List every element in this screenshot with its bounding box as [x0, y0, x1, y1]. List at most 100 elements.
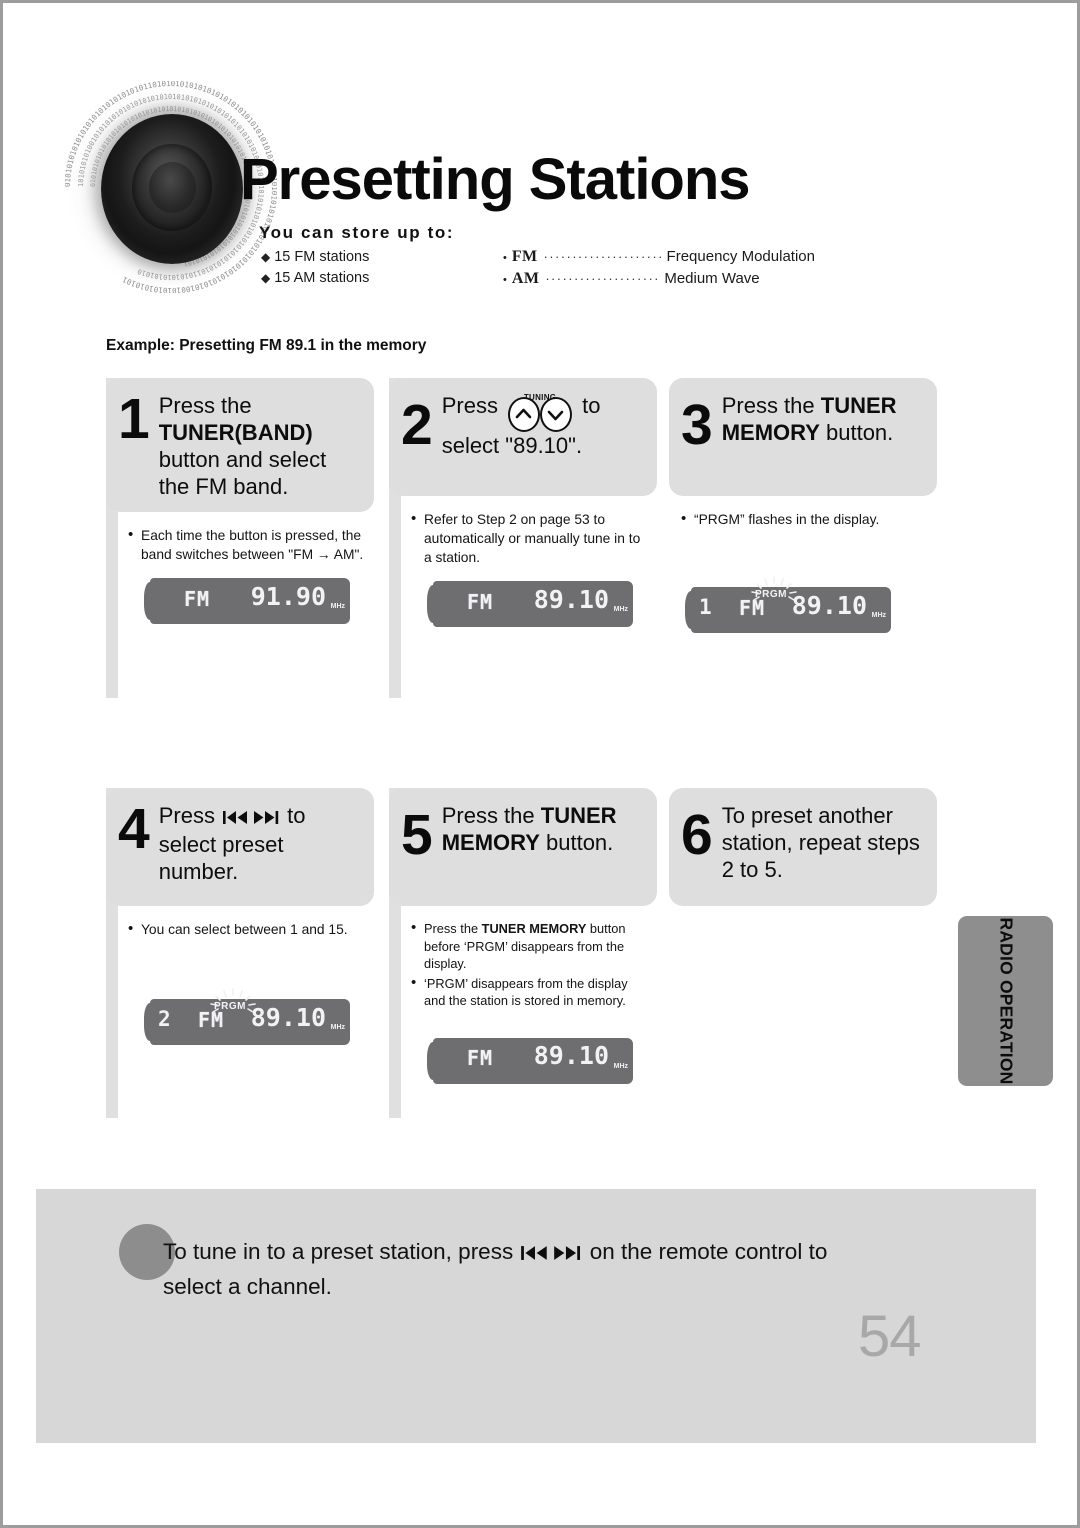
lcd-unit: MHz	[613, 1063, 628, 1070]
band-abbr: AM	[511, 269, 540, 287]
step-text-pre: Press	[441, 393, 505, 418]
lcd-display-5: FM 89.10 MHz	[427, 1037, 633, 1084]
diamond-icon: ◆	[261, 270, 271, 285]
section-tab-label: RADIO OPERATION	[996, 917, 1016, 1085]
lcd-frequency: 91.90	[250, 582, 326, 611]
step-header-3: 3 Press the TUNER MEMORY button.	[669, 378, 937, 496]
step-text-post: button and select the FM band.	[158, 447, 327, 499]
note: Refer to Step 2 on page 53 to automatica…	[411, 509, 647, 567]
section-tab-radio-operation: RADIO OPERATION	[958, 916, 1053, 1086]
step-column-4: 4 Press to select preset number. You can…	[106, 788, 374, 1118]
note-text: You can select between 1 and 15.	[141, 922, 348, 937]
skip-back-icon[interactable]	[223, 804, 249, 831]
step-column-3: 3 Press the TUNER MEMORY button. “PRGM” …	[669, 378, 937, 633]
step-text-post: button.	[539, 830, 614, 855]
diamond-icon: ◆	[261, 250, 271, 264]
page-number: 54	[858, 1304, 922, 1369]
tuning-up-button[interactable]	[508, 396, 541, 432]
list-item: • AM ···································…	[503, 269, 815, 291]
lcd-frequency: 89.10	[533, 1040, 609, 1070]
step-header-1: 1 Press the TUNER(BAND) button and selec…	[106, 378, 374, 512]
lcd-unit: MHz	[330, 603, 345, 610]
lcd-unit: MHz	[330, 1024, 345, 1031]
page-header: 0101010101010101010101010101011010101010…	[3, 3, 1077, 354]
tip-text-pre: To tune in to a preset station, press	[163, 1239, 520, 1264]
tuning-buttons: TUNING	[508, 393, 573, 432]
bullet-icon: •	[503, 273, 507, 286]
lcd-preset-number: 2	[158, 1007, 171, 1031]
band-abbr: FM	[511, 248, 538, 265]
note-text-bold: TUNER MEMORY	[481, 921, 587, 936]
lcd-unit: MHz	[871, 612, 886, 619]
tuning-down-button[interactable]	[540, 396, 573, 432]
step-notes-1: Each time the button is pressed, the ban…	[106, 512, 374, 624]
band-legend: • FM ···································…	[503, 247, 815, 290]
bullet-icon: •	[503, 252, 507, 264]
note: Each time the button is pressed, the ban…	[128, 525, 364, 564]
page-title: Presetting Stations	[240, 147, 751, 212]
step-text-bold: TUNER(BAND)	[158, 420, 313, 445]
skip-forward-icon[interactable]	[253, 804, 279, 831]
step-instruction: Press the TUNER MEMORY button.	[722, 390, 923, 446]
lcd-display-3: PRGM 1 FM 89.10 MHz	[685, 576, 891, 633]
list-item: ◆ 15 AM stations	[261, 268, 369, 289]
lcd-display-2: FM 89.10 MHz	[427, 581, 633, 627]
note: “PRGM” flashes in the display.	[681, 509, 927, 529]
step-instruction: Press the TUNER(BAND) button and select …	[159, 390, 360, 500]
step-notes-5: Press the TUNER MEMORY button before ‘PR…	[389, 906, 657, 1084]
list-item: ◆ 15 FM stations	[261, 247, 369, 268]
step-text-post: button.	[819, 420, 894, 445]
lcd-unit: MHz	[613, 606, 628, 613]
lcd-display-1: FM 91.90 MHz	[144, 578, 350, 624]
step-header-5: 5 Press the TUNER MEMORY button.	[389, 788, 657, 906]
step-text-pre: Press the	[158, 393, 252, 418]
step-number: 5	[401, 803, 433, 867]
lcd-band: FM	[739, 596, 766, 620]
step-header-6: 6 To preset another station, repeat step…	[669, 788, 937, 906]
store-item-label: 15 FM stations	[274, 249, 370, 265]
step-notes-3: “PRGM” flashes in the display.	[669, 496, 937, 633]
step-number: 6	[681, 803, 713, 867]
skip-forward-icon[interactable]	[553, 1237, 581, 1270]
lcd-frequency: 89.10	[533, 585, 609, 614]
step-instruction: Press to select preset number.	[159, 800, 360, 885]
note-text: ‘PRGM’ disappears from the display and t…	[424, 975, 628, 1009]
step-number: 4	[118, 797, 150, 861]
step-number: 1	[118, 387, 150, 451]
step-text-pre: Press the	[721, 393, 821, 418]
lcd-preset-number: 1	[699, 595, 712, 619]
step-instruction: To preset another station, repeat steps …	[721, 803, 920, 882]
step-notes-2: Refer to Step 2 on page 53 to automatica…	[389, 496, 657, 627]
manual-page: 0101010101010101010101010101011010101010…	[0, 0, 1080, 1528]
note-text: Each time the button is pressed, the ban…	[141, 528, 364, 562]
step-column-6: 6 To preset another station, repeat step…	[669, 788, 937, 906]
lcd-band: FM	[467, 1045, 494, 1070]
example-caption: Example: Presetting FM 89.1 in the memor…	[106, 337, 427, 354]
step-number: 2	[401, 393, 433, 457]
step-instruction: Press TUNING to select "89.10".	[442, 390, 643, 459]
store-capacity-label: You can store up to:	[259, 223, 455, 242]
lcd-frequency: 89.10	[250, 1003, 326, 1032]
step-column-5: 5 Press the TUNER MEMORY button. Press t…	[389, 788, 657, 1118]
leader-dots: ········································…	[545, 270, 660, 286]
lcd-band: FM	[184, 587, 211, 611]
step-column-2: 2 Press TUNING to select "89.10". Refer …	[389, 378, 657, 698]
lcd-display-4: PRGM 2 FM 89.10 MHz	[144, 988, 350, 1045]
store-capacity-list: ◆ 15 FM stations ◆ 15 AM stations	[261, 247, 369, 288]
speaker-cone	[101, 114, 243, 264]
step-text-pre: Press the	[441, 803, 541, 828]
band-full-name: Frequency Modulation	[666, 248, 815, 265]
step-text-pre: Press	[158, 803, 222, 828]
lcd-band: FM	[467, 590, 494, 614]
step-header-2: 2 Press TUNING to select "89.10".	[389, 378, 657, 496]
note: ‘PRGM’ disappears from the display and t…	[411, 974, 647, 1010]
lcd-frequency: 89.10	[791, 591, 867, 620]
step-header-4: 4 Press to select preset number.	[106, 788, 374, 906]
step-column-1: 1 Press the TUNER(BAND) button and selec…	[106, 378, 374, 698]
skip-back-icon[interactable]	[521, 1237, 549, 1270]
note: You can select between 1 and 15.	[128, 919, 364, 939]
tip-text: To tune in to a preset station, press on…	[163, 1235, 863, 1303]
note-text: “PRGM” flashes in the display.	[694, 512, 880, 527]
step-number: 3	[681, 393, 713, 457]
step-instruction: Press the TUNER MEMORY button.	[442, 800, 643, 856]
